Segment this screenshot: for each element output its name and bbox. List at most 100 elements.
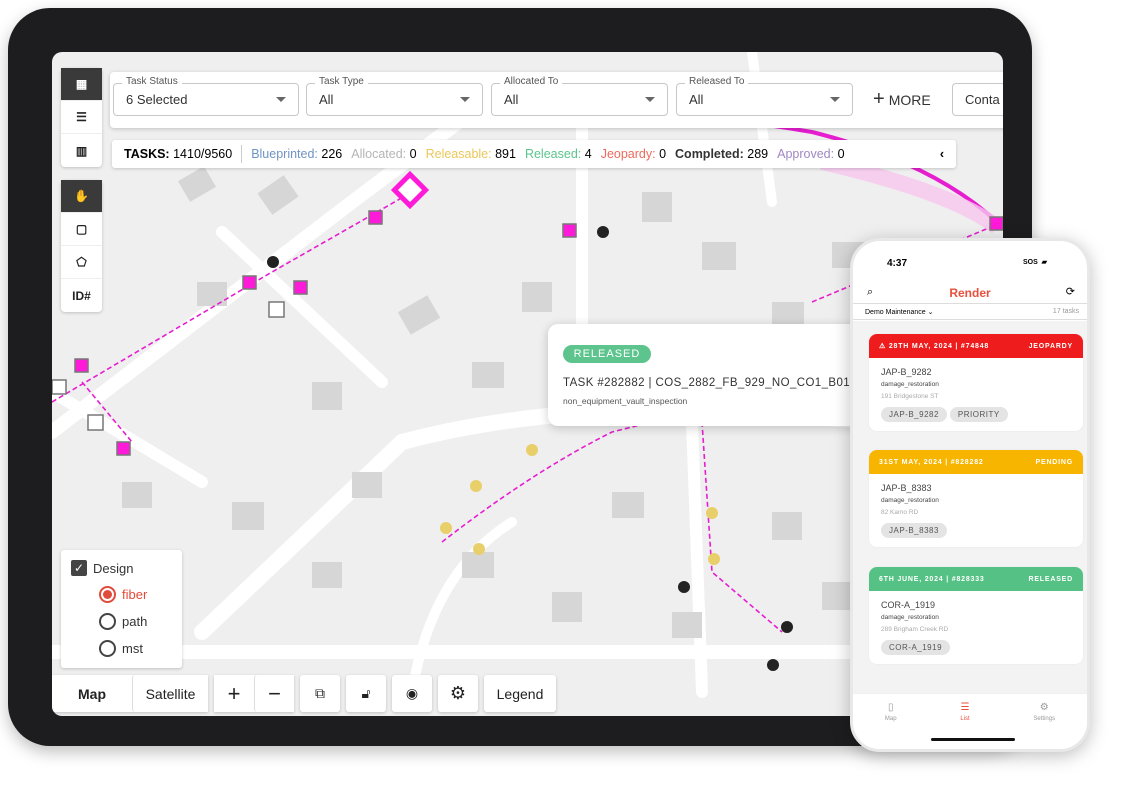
hand-icon[interactable]: ✋ — [61, 180, 102, 213]
project-select[interactable]: Demo Maintenance ⌄ — [865, 308, 934, 316]
card-status: JEOPARDY — [1028, 342, 1073, 350]
layer-legend: ✓ Design fiber path mst — [61, 550, 182, 668]
tag: JAP-B_8383 — [881, 523, 947, 538]
map-view-button[interactable]: Map — [52, 675, 132, 712]
radio-fiber[interactable]: fiber — [99, 586, 147, 603]
zoom-in-button[interactable]: + — [214, 675, 254, 712]
task-card[interactable]: 31ST MAY, 2024 | #828282 PENDING JAP-B_83… — [869, 450, 1083, 547]
field-value: All — [504, 92, 519, 107]
radio-label: mst — [122, 641, 143, 656]
card-address: 82 Kamo RD — [881, 509, 919, 516]
home-indicator — [931, 738, 1015, 741]
stat-allocated[interactable]: Allocated: 0 — [351, 147, 416, 161]
allocated-to-select[interactable]: Allocated To All — [491, 76, 668, 116]
square-select-icon[interactable]: ▢ — [61, 213, 102, 246]
stat-completed[interactable]: Completed: 289 — [675, 147, 768, 161]
card-title: JAP-B_9282 — [881, 367, 932, 377]
stat-jeopardy[interactable]: Jeopardy: 0 — [601, 147, 666, 161]
stat-approved[interactable]: Approved: 0 — [777, 147, 844, 161]
field-label: Allocated To — [500, 76, 563, 87]
collapse-chevron-icon[interactable]: ‹ — [940, 147, 944, 161]
map-icon: ▯ — [887, 702, 894, 713]
field-label: Released To — [685, 76, 749, 87]
field-value: 6 Selected — [126, 92, 188, 107]
divider — [241, 145, 243, 163]
status-icons: SOS ︎ ▰ — [1023, 259, 1048, 266]
stat-blueprinted[interactable]: Blueprinted: 226 — [251, 147, 342, 161]
list-icon[interactable]: ☰ — [61, 101, 102, 134]
radio-mst[interactable]: mst — [99, 640, 143, 657]
more-label: MORE — [888, 91, 931, 108]
task-popup[interactable]: RELEASED TASK #282882 | COS_2882_FB_929_… — [548, 324, 868, 426]
map-icon[interactable]: ▦ — [61, 68, 102, 101]
released-to-select[interactable]: Released To All — [676, 76, 853, 116]
task-type-select[interactable]: Task Type All — [306, 76, 483, 116]
layers-off-icon[interactable]: ⧉ — [300, 675, 340, 712]
refresh-icon[interactable]: ⟳ — [1066, 285, 1075, 298]
card-type: damage_restoration — [881, 497, 939, 504]
task-card[interactable]: ⚠ 28TH MAY, 2024 | #74848 JEOPARDY JAP-B_… — [869, 334, 1083, 431]
task-count: 17 tasks — [1052, 308, 1079, 315]
legend-button[interactable]: Legend — [484, 675, 556, 712]
radio-label: path — [122, 614, 148, 629]
chart-icon[interactable]: ▥ — [61, 134, 102, 167]
polygon-select-icon[interactable]: ⬠ — [61, 246, 102, 279]
field-label: Task Status — [122, 76, 182, 87]
phone-app: 4:37 SOS ︎ ▰ ⌕ Render ⟳ Demo Maintenance… — [850, 238, 1090, 752]
map-controls: Map Satellite + − ⧉ 🔓︎ ◉ ⚙ Legend — [52, 675, 556, 712]
warning-icon: ⚠ — [879, 343, 887, 350]
field-label: Task Type — [315, 76, 368, 87]
zoom-out-button[interactable]: − — [254, 675, 294, 712]
stat-released[interactable]: Released: 4 — [525, 147, 592, 161]
id-search-button[interactable]: ID# — [61, 279, 102, 312]
stat-releasable[interactable]: Releasable: 891 — [426, 147, 516, 161]
nav-map[interactable]: ▯ Map — [885, 702, 897, 749]
more-filters-button[interactable]: + MORE — [873, 88, 931, 111]
card-title: COR-A_1919 — [881, 600, 936, 610]
nav-settings[interactable]: ⚙ Settings — [1033, 702, 1055, 749]
popup-subtitle: non_equipment_vault_inspection — [563, 396, 688, 406]
design-checkbox[interactable]: ✓ Design — [71, 560, 133, 576]
caret-down-icon — [276, 97, 286, 102]
field-value: Conta — [965, 92, 1000, 107]
radio-path[interactable]: path — [99, 613, 147, 630]
radio-label: fiber — [122, 587, 148, 602]
task-card[interactable]: 6TH JUNE, 2024 | #828333 RELEASED COR-A_1… — [869, 567, 1083, 664]
plus-icon: + — [873, 88, 885, 110]
selection-toolbar: ✋ ▢ ⬠ ID# — [61, 180, 102, 312]
task-stats-bar: TASKS: 1410/9560 Blueprinted: 226 Allocat… — [112, 140, 956, 168]
checkmark-icon: ✓ — [71, 560, 87, 576]
brand-logo: Render — [949, 286, 991, 300]
card-type: damage_restoration — [881, 614, 939, 621]
tag: JAP-B_9282 — [881, 407, 947, 422]
status-time: 4:37 — [887, 258, 908, 269]
filter-bar: Task Status 6 Selected Task Type All Alloc… — [110, 72, 1003, 128]
checkbox-label: Design — [93, 560, 134, 576]
status-badge: RELEASED — [563, 345, 651, 363]
card-header: ⚠ 28TH MAY, 2024 | #74848 JEOPARDY — [869, 334, 1083, 358]
gear-icon: ⚙ — [1039, 702, 1049, 713]
popup-title: TASK #282882 | COS_2882_FB_929_NO_CO1_B0… — [563, 377, 851, 389]
card-header: 31ST MAY, 2024 | #828282 PENDING — [869, 450, 1083, 474]
card-type: damage_restoration — [881, 381, 939, 388]
view-toolbar: ▦ ☰ ▥ — [61, 68, 102, 167]
nav-list[interactable]: ☰ List — [960, 702, 969, 749]
caret-down-icon — [645, 97, 655, 102]
gear-icon[interactable]: ⚙ — [438, 675, 478, 712]
caret-down-icon — [460, 97, 470, 102]
tag: PRIORITY — [949, 407, 1008, 422]
caret-down-icon — [830, 97, 840, 102]
tag: COR-A_1919 — [881, 640, 951, 655]
card-status: RELEASED — [1028, 575, 1073, 583]
list-icon: ☰ — [960, 702, 970, 713]
card-title: JAP-B_8383 — [881, 483, 932, 493]
contact-select[interactable]: Conta — [952, 83, 1003, 116]
field-value: All — [689, 92, 704, 107]
card-address: 289 Brigham Creek RD — [881, 626, 949, 633]
eye-icon[interactable]: ◉ — [392, 675, 432, 712]
field-value: All — [319, 92, 334, 107]
card-header: 6TH JUNE, 2024 | #828333 RELEASED — [869, 567, 1083, 591]
lock-icon[interactable]: 🔓︎ — [346, 675, 386, 712]
satellite-view-button[interactable]: Satellite — [132, 675, 208, 712]
task-status-select[interactable]: Task Status 6 Selected — [113, 76, 299, 116]
